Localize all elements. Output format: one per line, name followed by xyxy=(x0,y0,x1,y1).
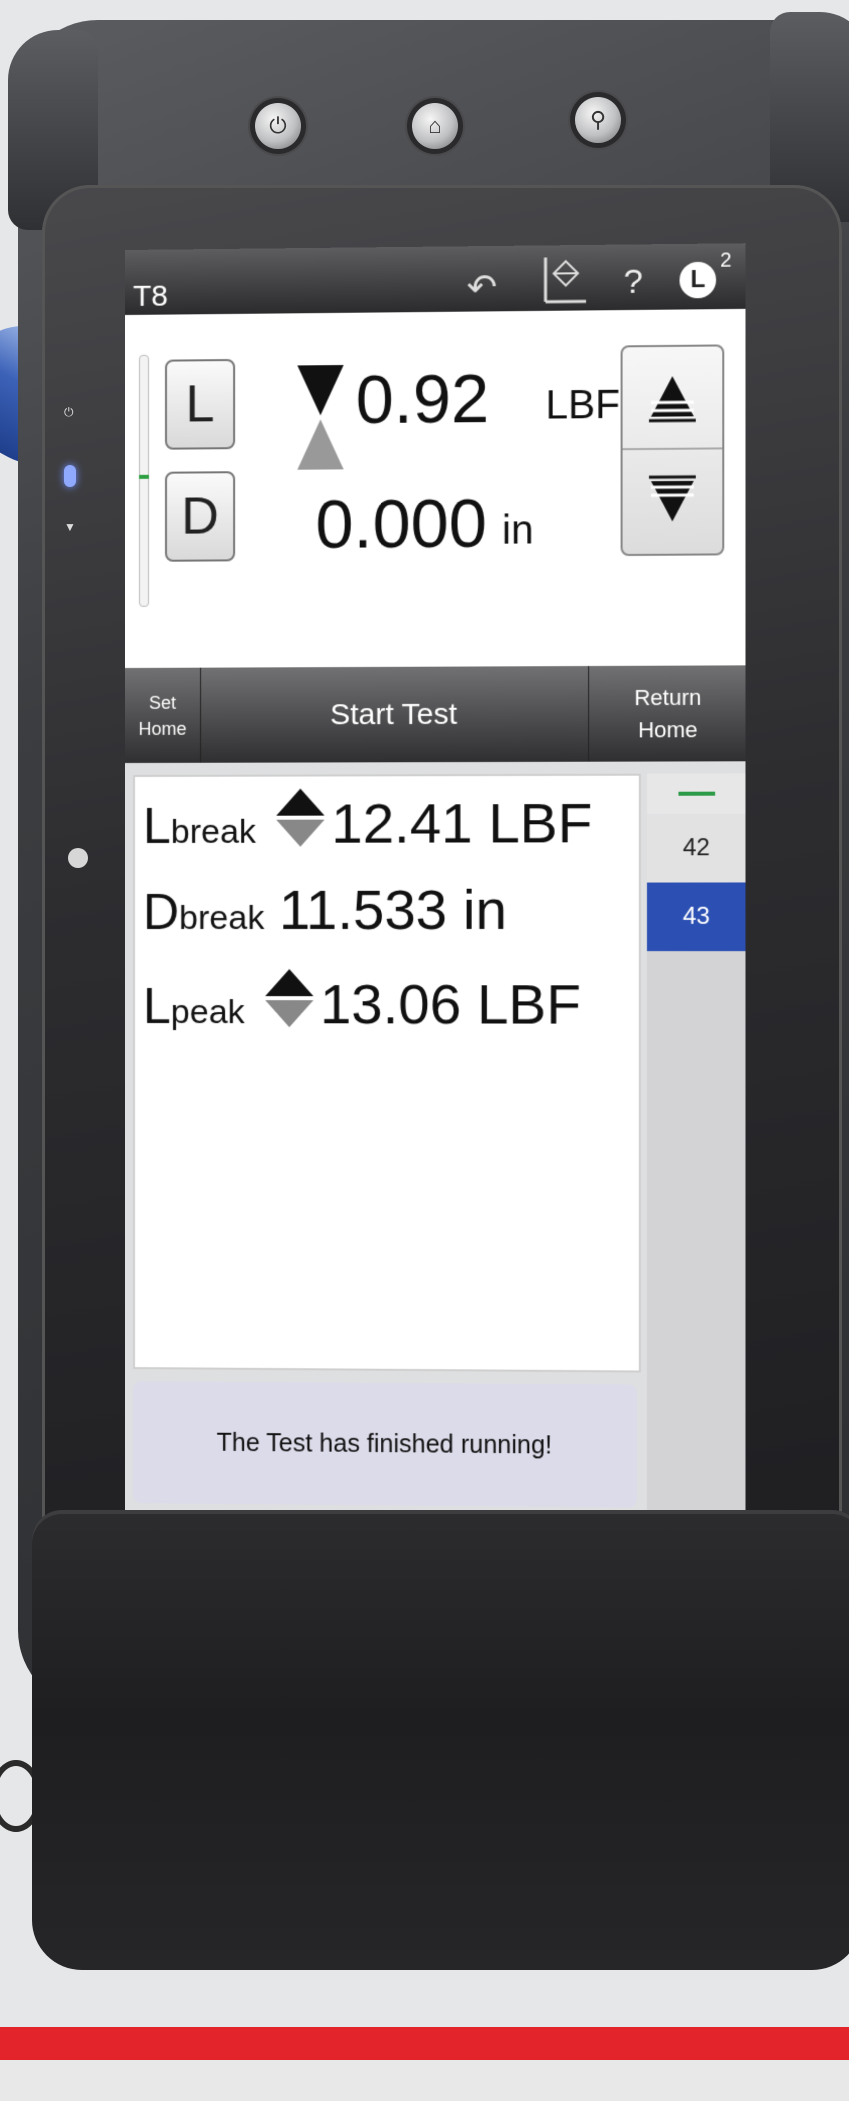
load-unit: LBF xyxy=(545,382,620,428)
result-value: 11.533 in xyxy=(278,877,507,942)
tension-compression-icon xyxy=(297,365,344,470)
camera-lens xyxy=(68,848,88,868)
return-home-button[interactable]: Return Home xyxy=(588,665,746,762)
result-value: 12.41 LBF xyxy=(331,790,593,855)
results-panel: Lbreak 12.41 LBF Dbreak 11.533 in Lpeak … xyxy=(132,773,641,1373)
distance-value: 0.000 xyxy=(315,485,488,563)
load-bar-indicator xyxy=(138,474,149,479)
result-value: 13.06 LBF xyxy=(319,972,581,1036)
charge-indicator-icon: ▼ xyxy=(64,520,76,534)
home-hw-button[interactable]: ⌂ xyxy=(412,103,458,149)
load-value: 0.92 xyxy=(355,360,490,439)
results-area: Lbreak 12.41 LBF Dbreak 11.533 in Lpeak … xyxy=(125,761,746,1632)
jog-down-button[interactable] xyxy=(623,449,723,551)
axis-zero-icon[interactable] xyxy=(537,255,588,306)
help-icon[interactable]: ? xyxy=(624,262,643,302)
set-home-button[interactable]: Set Home xyxy=(125,667,202,763)
title-bar: T8 ↶ ? L 2 xyxy=(125,243,746,315)
undo-icon[interactable]: ↶ xyxy=(467,266,497,309)
test-list: 42 43 xyxy=(646,773,746,1602)
result-row: Lpeak 13.06 LBF xyxy=(143,967,581,1058)
level-badge[interactable]: L xyxy=(679,261,717,299)
result-symbol: L xyxy=(142,797,171,854)
power-button[interactable]: ⏻ xyxy=(255,103,301,149)
set-home-label-2: Home xyxy=(138,718,187,739)
peak-arrows-icon xyxy=(276,788,325,847)
result-row: Dbreak 11.533 in xyxy=(143,877,507,968)
set-home-label-1: Set xyxy=(148,692,177,713)
distance-unit: in xyxy=(502,508,534,553)
list-collapse-icon xyxy=(677,791,715,796)
test-list-item[interactable]: 42 xyxy=(646,813,746,883)
brand-stripe xyxy=(0,2027,849,2060)
level-superscript: 2 xyxy=(720,249,732,272)
status-led xyxy=(64,465,76,487)
action-bar: Set Home Start Test Return Home xyxy=(125,665,746,763)
load-bar-track xyxy=(138,354,149,607)
status-message: The Test has finished running! xyxy=(132,1381,637,1508)
peak-arrows-icon xyxy=(265,969,314,1028)
result-row: Lbreak 12.41 LBF xyxy=(143,786,592,877)
result-symbol: L xyxy=(142,978,171,1035)
jog-control xyxy=(620,344,725,557)
power-indicator-icon: ⏻ xyxy=(64,405,74,419)
device-stand xyxy=(32,1510,849,1970)
readout-panel: L D 0.92 LBF 0.000 in xyxy=(125,308,746,670)
app-title: T8 xyxy=(132,279,169,313)
result-symbol: D xyxy=(142,883,180,941)
test-list-header[interactable] xyxy=(646,773,746,814)
screen: T8 ↶ ? L 2 L D 0.92 LBF 0.000 in Set Hom… xyxy=(125,243,746,1632)
result-subscript: break xyxy=(170,812,257,851)
return-home-label-2: Home xyxy=(637,716,698,742)
return-home-label-1: Return xyxy=(634,684,702,710)
result-subscript: break xyxy=(179,898,265,937)
result-subscript: peak xyxy=(170,993,245,1032)
lock-hw-button[interactable]: ⚲ xyxy=(575,97,621,143)
arrow-down-icon xyxy=(647,475,698,522)
jog-up-button[interactable] xyxy=(622,346,723,451)
test-list-item-selected[interactable]: 43 xyxy=(646,882,746,952)
distance-button[interactable]: D xyxy=(165,471,236,562)
load-button[interactable]: L xyxy=(165,358,236,450)
footer-band xyxy=(0,2060,849,2101)
arrow-up-icon xyxy=(647,375,698,423)
start-test-button[interactable]: Start Test xyxy=(200,666,588,763)
